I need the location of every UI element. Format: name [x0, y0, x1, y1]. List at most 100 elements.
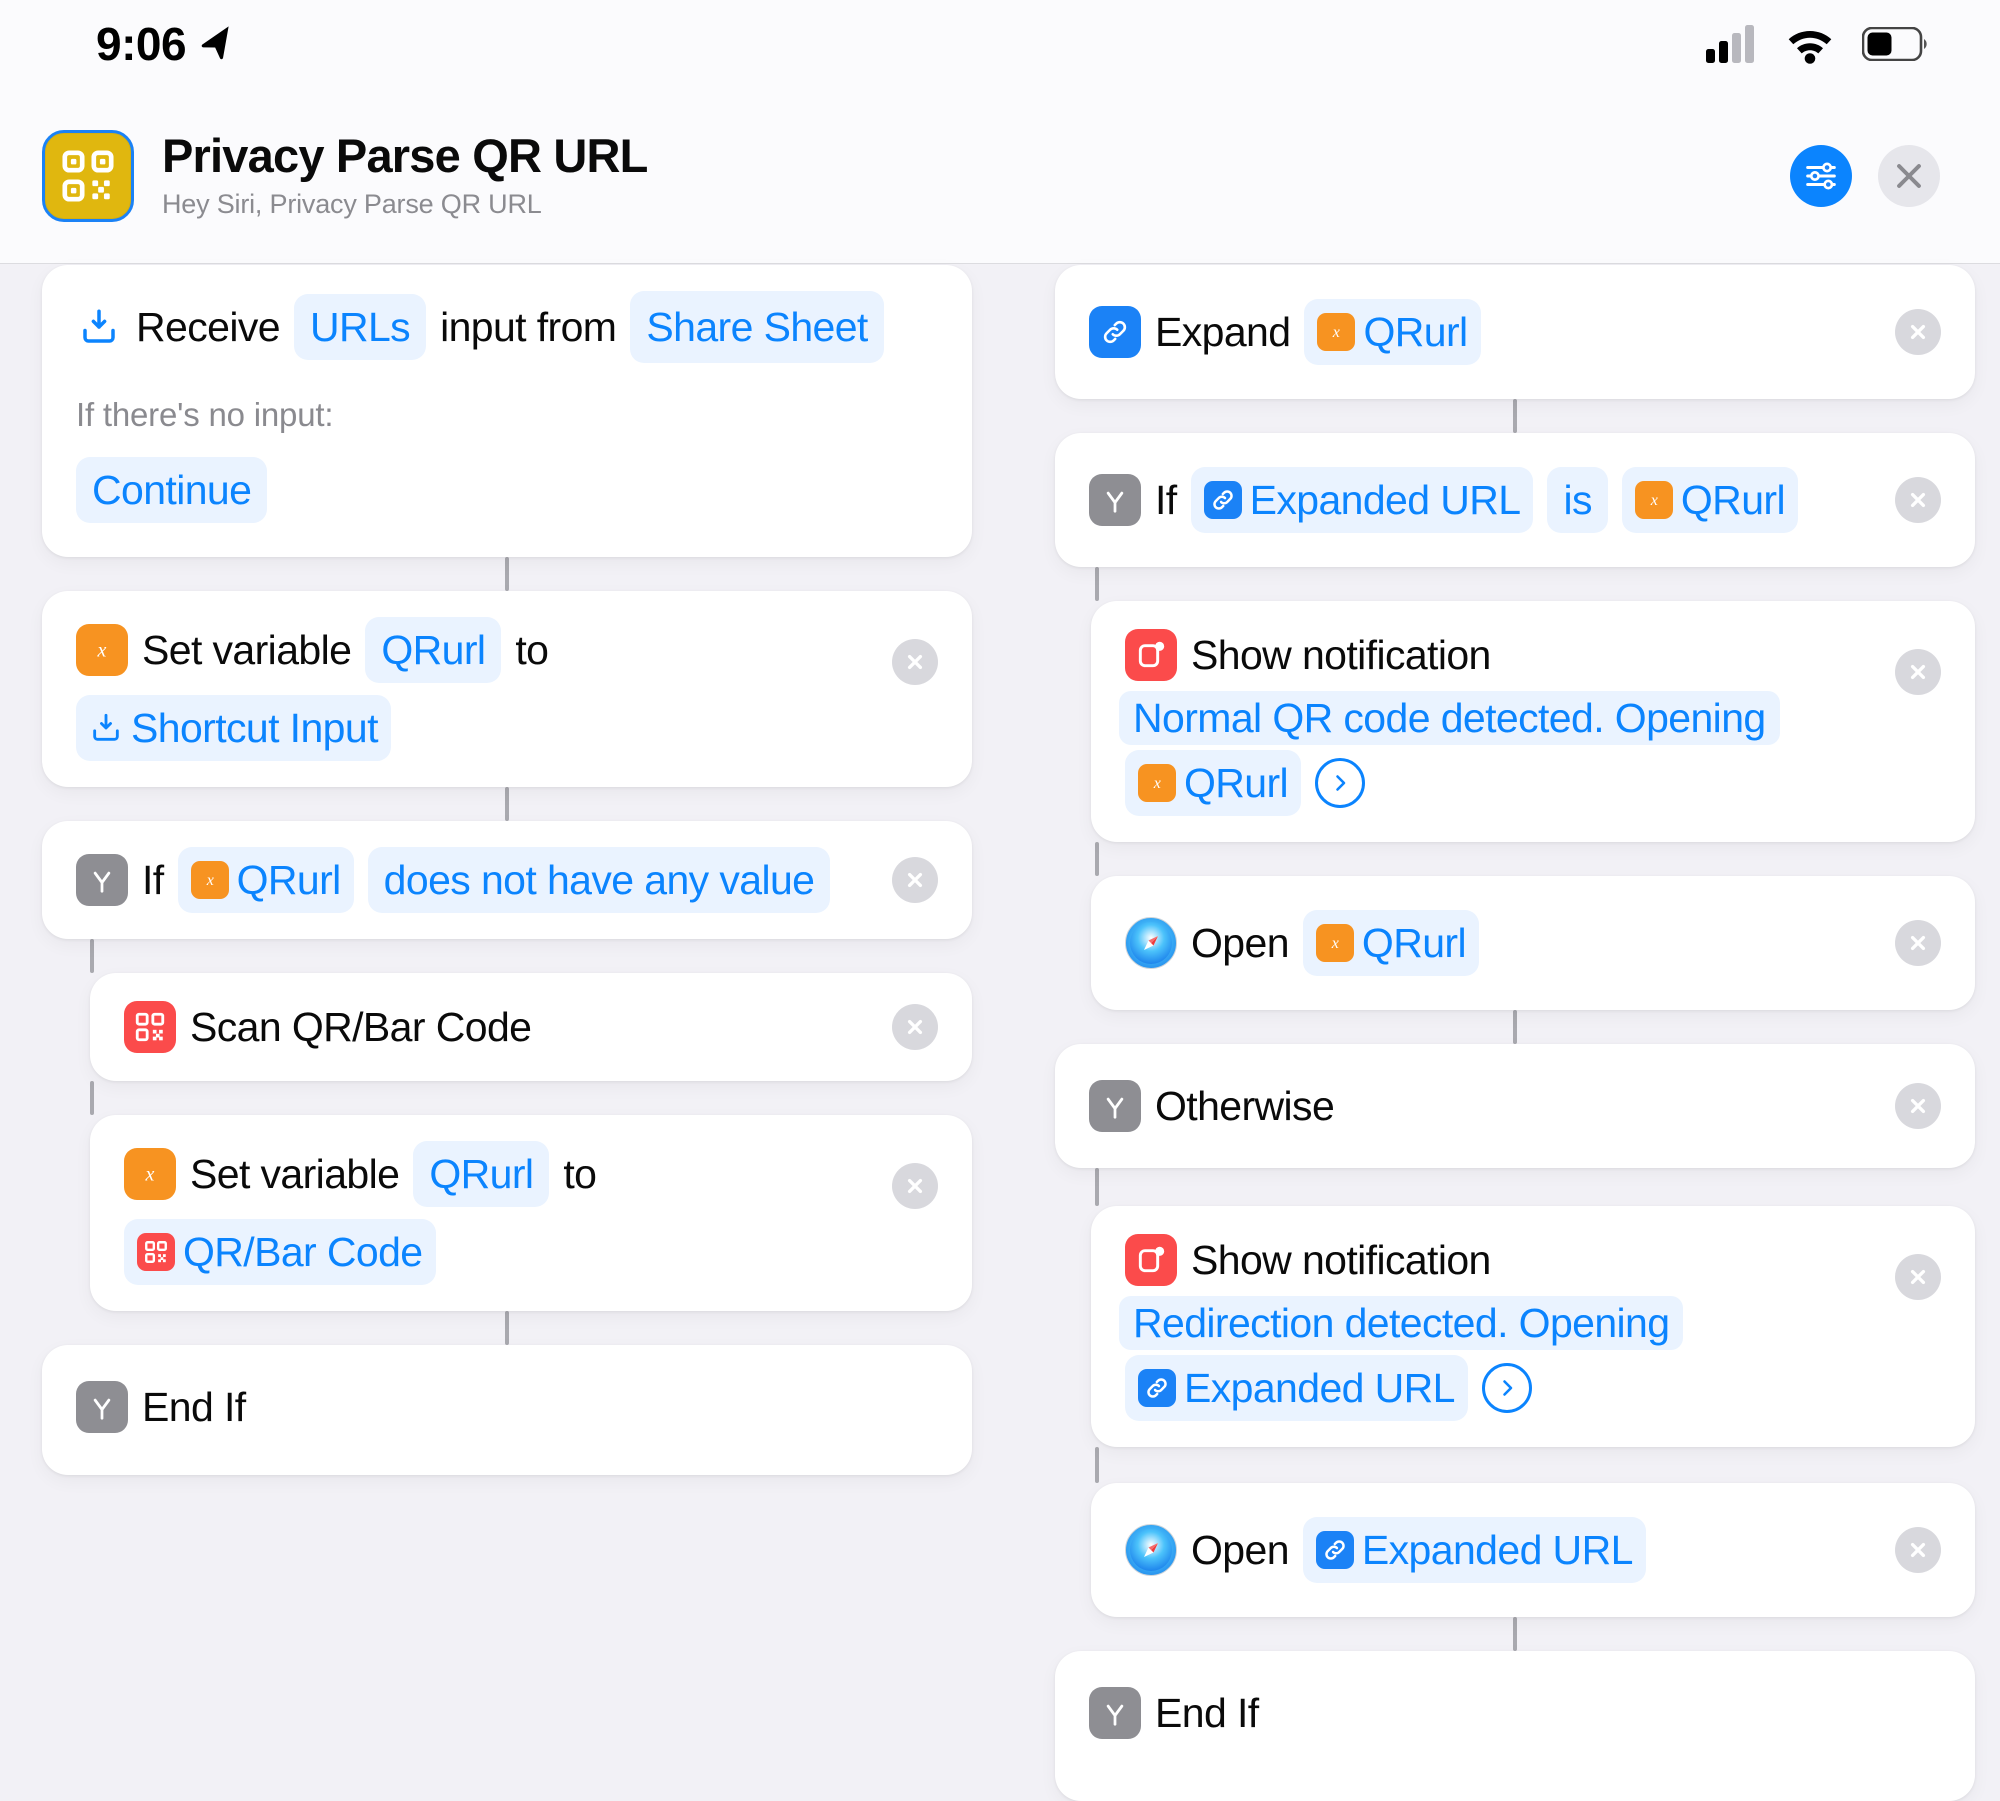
variable-x-icon: x	[190, 861, 229, 899]
action-set-variable-qr-code[interactable]: x Set variable QRurl to QR/Bar Code	[90, 1115, 972, 1311]
remove-action-button[interactable]	[1895, 309, 1941, 355]
connector-line	[1095, 842, 1099, 877]
show-notification-label: Show notification	[1191, 1237, 1491, 1284]
notification-message: Normal QR code detected. Opening	[1119, 691, 1780, 745]
action-open-qrurl[interactable]: Open x QRurl	[1091, 876, 1975, 1011]
action-end-if-left[interactable]: End If	[42, 1345, 972, 1475]
remove-action-button[interactable]	[1895, 477, 1941, 523]
action-if-no-value[interactable]: If x QRurl does not have any value	[42, 821, 972, 939]
status-bar-time: 9:06	[96, 18, 187, 70]
if-branch-icon	[76, 1381, 128, 1433]
remove-action-button[interactable]	[1895, 1083, 1941, 1130]
action-open-expanded-url[interactable]: Open Expanded URL	[1091, 1483, 1975, 1618]
if-label: If	[1155, 477, 1177, 523]
remove-action-icon	[907, 1178, 923, 1194]
page-title: Privacy Parse QR URL	[162, 129, 648, 183]
variable-name-pill[interactable]: QRurl	[365, 617, 502, 683]
connector-line	[505, 557, 509, 591]
remove-action-button[interactable]	[892, 1163, 938, 1209]
share-input-icon	[76, 304, 122, 350]
if-row: If x QRurl does not have any value	[76, 847, 938, 913]
action-expand-url[interactable]: Expand x QRurl	[1055, 265, 1975, 399]
connector-line	[1095, 1447, 1099, 1484]
end-if-label: End If	[142, 1384, 246, 1430]
action-show-notification-redirection[interactable]: Show notification Redirection detected. …	[1091, 1206, 1975, 1448]
action-if-expanded-url[interactable]: If Expanded URL is x QRurl	[1055, 433, 1975, 567]
remove-action-button[interactable]	[1895, 1527, 1941, 1574]
shortcut-title-block: Privacy Parse QR URL Hey Siri, Privacy P…	[162, 129, 1790, 220]
variable-x-icon: x	[1138, 764, 1176, 803]
notification-variable-pill[interactable]: Expanded URL	[1125, 1355, 1468, 1422]
notification-text-block[interactable]: Redirection detected. Opening Expanded UR…	[1119, 1292, 1941, 1422]
action-otherwise[interactable]: Otherwise	[1055, 1044, 1975, 1169]
variable-value-pill[interactable]: QR/Bar Code	[124, 1219, 436, 1285]
notification-variable-label: QRurl	[1184, 760, 1289, 807]
expand-variable-pill[interactable]: x QRurl	[1304, 299, 1481, 365]
variable-x-icon: x	[1317, 313, 1356, 351]
if-variable-label: QRurl	[236, 857, 342, 903]
remove-action-button[interactable]	[892, 639, 938, 685]
open-variable-pill[interactable]: Expanded URL	[1302, 1517, 1646, 1584]
to-label: to	[515, 627, 549, 673]
if-branch-icon	[76, 854, 128, 906]
open-variable-pill[interactable]: x QRurl	[1302, 910, 1479, 977]
show-notification-label: Show notification	[1191, 632, 1491, 678]
if-branch-icon	[1089, 1080, 1141, 1133]
location-arrow-icon	[201, 26, 229, 60]
svg-text:x: x	[145, 1163, 155, 1185]
qr-code-app-icon[interactable]	[42, 129, 134, 222]
if-variable-pill[interactable]: x QRurl	[177, 847, 354, 913]
if-operand-a-pill[interactable]: Expanded URL	[1190, 467, 1534, 533]
chevron-right-icon[interactable]	[1315, 758, 1366, 809]
action-set-variable-shortcut-input[interactable]: x Set variable QRurl to Shortcut Input	[42, 591, 972, 787]
expand-variable-label: QRurl	[1363, 309, 1468, 355]
notification-variable-pill[interactable]: x QRurl	[1125, 750, 1302, 817]
action-end-if-right[interactable]: End If	[1055, 1651, 1975, 1801]
remove-action-button[interactable]	[892, 1004, 938, 1050]
remove-action-button[interactable]	[1895, 1254, 1941, 1301]
variable-name-pill[interactable]: QRurl	[413, 1141, 550, 1207]
if-condition-pill[interactable]: does not have any value	[367, 847, 831, 913]
if-operand-b-pill[interactable]: x QRurl	[1621, 467, 1798, 533]
otherwise-label: Otherwise	[1155, 1083, 1335, 1130]
if-branch-icon	[1089, 474, 1141, 526]
connector-line	[90, 1081, 94, 1115]
end-if-row: End If	[1089, 1685, 1941, 1741]
close-button[interactable]	[1878, 144, 1940, 207]
connector-line	[1513, 1617, 1517, 1652]
action-scan-qr-bar-code[interactable]: Scan QR/Bar Code	[90, 973, 972, 1081]
notification-variable-label: Expanded URL	[1184, 1365, 1455, 1412]
settings-sliders-icon	[1806, 162, 1836, 189]
variable-x-icon: x	[124, 1148, 176, 1200]
cellular-signal-icon	[1706, 25, 1754, 63]
remove-action-button[interactable]	[892, 857, 938, 903]
remove-action-icon	[1910, 664, 1926, 680]
remove-action-button[interactable]	[1895, 920, 1941, 967]
svg-text:x: x	[1650, 492, 1658, 509]
if-operator-pill[interactable]: is	[1547, 467, 1608, 533]
receive-types-pill[interactable]: URLs	[293, 294, 427, 360]
receive-row: Receive URLs input from Share Sheet	[76, 291, 938, 363]
settings-button[interactable]	[1790, 144, 1852, 207]
action-receive-input[interactable]: Receive URLs input from Share Sheet If t…	[42, 265, 972, 557]
connector-line	[1095, 1168, 1099, 1207]
set-variable-row: x Set variable QRurl to	[76, 617, 938, 683]
variable-value-pill[interactable]: Shortcut Input	[76, 695, 391, 761]
end-if-row: End If	[76, 1379, 938, 1435]
receive-source-pill[interactable]: Share Sheet	[630, 291, 884, 363]
remove-action-button[interactable]	[1895, 649, 1941, 695]
remove-action-icon	[907, 1019, 923, 1035]
no-input-behavior-pill[interactable]: Continue	[76, 457, 268, 523]
chevron-right-icon[interactable]	[1481, 1363, 1532, 1414]
action-show-notification-normal[interactable]: Show notification Normal QR code detecte…	[1091, 601, 1975, 843]
if-branch-icon	[1089, 1687, 1141, 1740]
expand-row: Expand x QRurl	[1089, 299, 1941, 365]
open-variable-label: Expanded URL	[1361, 1527, 1633, 1574]
remove-action-icon	[1910, 936, 1926, 951]
remove-action-icon	[1910, 1543, 1926, 1558]
link-icon	[1203, 481, 1242, 519]
if-operand-b-label: QRurl	[1680, 477, 1786, 523]
notification-text-block[interactable]: Normal QR code detected. Opening x QRurl	[1119, 687, 1941, 817]
actions-column-right: Expand x QRurl If Expanded URL is x QRur…	[1055, 265, 1975, 1801]
variable-x-icon: x	[76, 624, 128, 676]
